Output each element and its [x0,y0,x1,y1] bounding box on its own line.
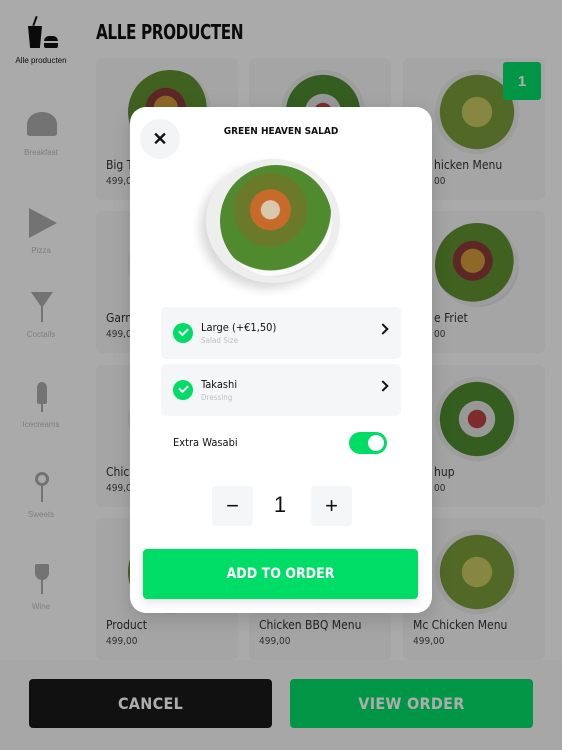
check-icon [173,380,193,400]
decrease-quantity-button[interactable]: − [212,486,253,526]
extra-wasabi-toggle[interactable] [349,432,387,454]
check-icon [173,323,193,343]
increase-quantity-button[interactable]: + [311,486,352,526]
modal-title: GREEN HEAVEN SALAD [223,126,339,137]
plus-icon: + [325,493,338,518]
minus-icon: − [226,493,239,518]
option-label: Large (+€1,50) [201,321,277,334]
toggle-label: Extra Wasabi [173,436,238,449]
option-salad-size[interactable]: Large (+€1,50) Salad Size [161,307,401,359]
option-sublabel: Dressing [201,393,233,402]
option-label: Takashi [201,378,238,391]
chevron-right-icon [377,380,389,392]
option-dressing[interactable]: Takashi Dressing [161,364,401,416]
option-sublabel: Salad Size [201,336,239,345]
product-options-modal: ✕ GREEN HEAVEN SALAD Large (+€1,50) Sala… [130,107,432,613]
quantity-value: 1 [273,492,287,517]
toggle-knob [368,435,384,451]
chevron-right-icon [377,323,389,335]
add-to-order-button[interactable]: ADD TO ORDER [143,549,418,599]
product-image [206,159,340,283]
close-button[interactable]: ✕ [140,119,180,159]
